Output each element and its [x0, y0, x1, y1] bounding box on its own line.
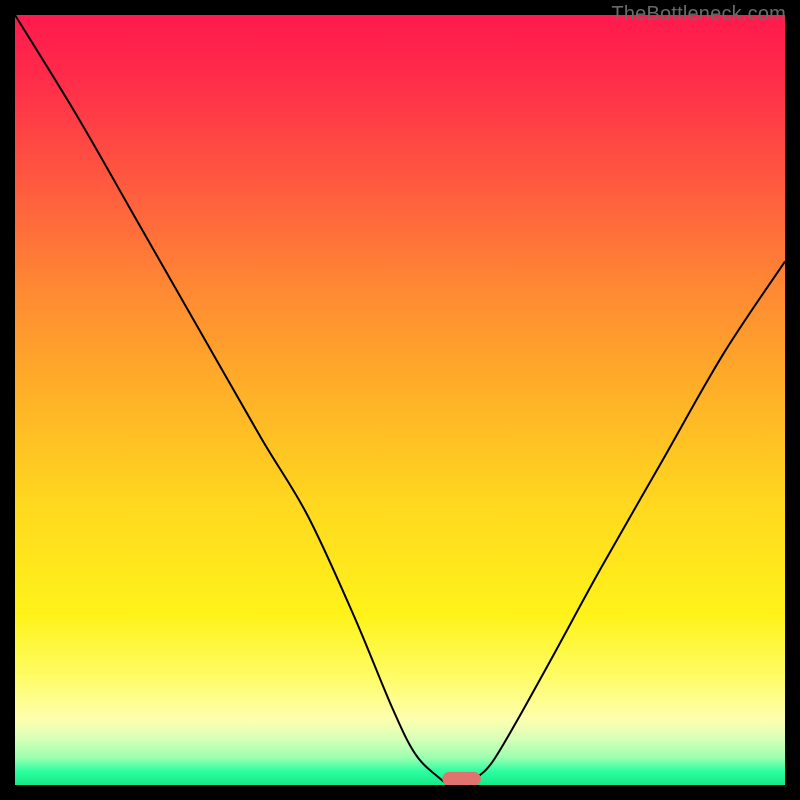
bottleneck-curve — [15, 15, 785, 785]
attribution-watermark: TheBottleneck.com — [611, 3, 786, 26]
chart-frame — [15, 15, 785, 785]
bottleneck-plot — [15, 15, 785, 785]
optimal-range-marker — [442, 772, 481, 785]
